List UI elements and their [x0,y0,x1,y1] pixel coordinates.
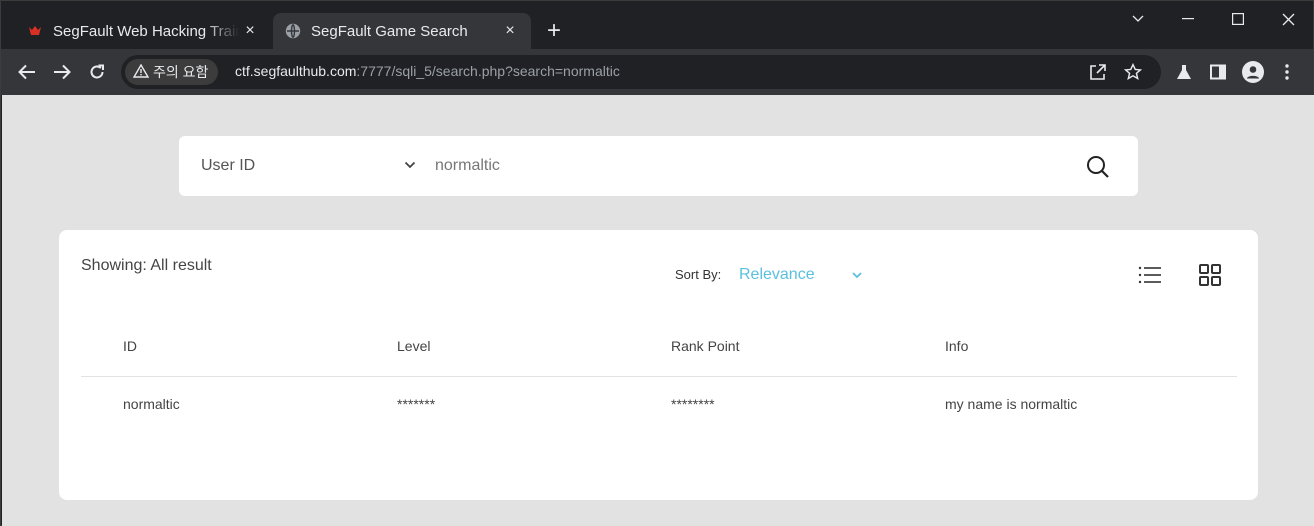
side-panel-icon[interactable] [1206,60,1230,84]
search-icon[interactable] [1085,154,1111,180]
browser-window: SegFault Web Hacking Traini × SegFault G… [0,0,1314,526]
search-filter-select[interactable]: User ID [201,136,421,196]
tab-game-search[interactable]: SegFault Game Search × [273,13,531,49]
tab-segfault-training[interactable]: SegFault Web Hacking Traini × [13,13,271,49]
back-arrow-icon[interactable] [13,58,41,86]
security-warning-label: 주의 요함 [153,64,209,80]
minimize-icon[interactable] [1163,1,1213,37]
tab-title: SegFault Web Hacking Traini [53,22,239,40]
warning-triangle-icon [132,63,150,81]
table-header-row: ID Level Rank Point Info [81,338,1237,377]
forward-arrow-icon[interactable] [48,58,76,86]
page-content: User ID Showing: All result Sort By: Rel… [2,95,1314,526]
tab-search-chevron-icon[interactable] [1113,1,1163,37]
security-warning-chip[interactable]: 주의 요함 [125,59,219,85]
grid-view-icon[interactable] [1197,262,1223,288]
more-menu-icon[interactable] [1275,60,1299,84]
reload-icon[interactable] [83,58,111,86]
table-row: normaltic ******* ******** my name is no… [81,376,1237,432]
column-header-info: Info [903,338,1237,377]
share-icon[interactable] [1087,61,1109,83]
list-view-icon[interactable] [1137,262,1163,288]
search-filter-value: User ID [201,157,256,174]
results-table: ID Level Rank Point Info normaltic *****… [81,338,1237,432]
search-bar: User ID [179,136,1138,196]
url-host: ctf.segfaulthub.com [235,63,357,79]
bookmark-star-icon[interactable] [1122,61,1144,83]
sort-select[interactable]: Relevance [739,266,815,284]
results-panel: Showing: All result Sort By: Relevance I… [59,230,1258,500]
sort-by-label: Sort By: [675,267,722,282]
address-bar[interactable]: 주의 요함 ctf.segfaulthub.com:7777/sqli_5/se… [121,55,1161,89]
tab-title: SegFault Game Search [311,22,468,40]
window-close-icon[interactable] [1263,1,1313,37]
url-path: :7777/sqli_5/search.php?search=normaltic [356,63,620,79]
chevron-down-icon[interactable] [851,268,863,280]
column-header-id: ID [81,338,355,377]
profile-avatar-icon[interactable] [1241,60,1265,84]
segfault-logo-icon [27,23,43,39]
cell-level: ******* [397,396,436,413]
maximize-icon[interactable] [1213,1,1263,37]
showing-label: Showing: All result [81,257,212,274]
globe-icon [285,23,301,39]
close-tab-icon[interactable]: × [501,22,519,40]
cell-id: normaltic [123,396,180,413]
tab-strip: SegFault Web Hacking Traini × SegFault G… [1,1,1313,49]
browser-toolbar: 주의 요함 ctf.segfaulthub.com:7777/sqli_5/se… [1,49,1313,95]
chevron-down-icon[interactable] [403,158,417,172]
column-header-level: Level [355,338,629,377]
close-tab-icon[interactable]: × [241,22,259,40]
cell-info: my name is normaltic [945,396,1078,413]
search-input[interactable] [435,150,1055,182]
new-tab-button[interactable]: + [541,17,567,44]
labs-flask-icon[interactable] [1172,60,1196,84]
column-header-rank-point: Rank Point [629,338,903,377]
cell-rank-point: ******** [671,396,715,413]
url-text[interactable]: ctf.segfaulthub.com:7777/sqli_5/search.p… [235,63,620,79]
